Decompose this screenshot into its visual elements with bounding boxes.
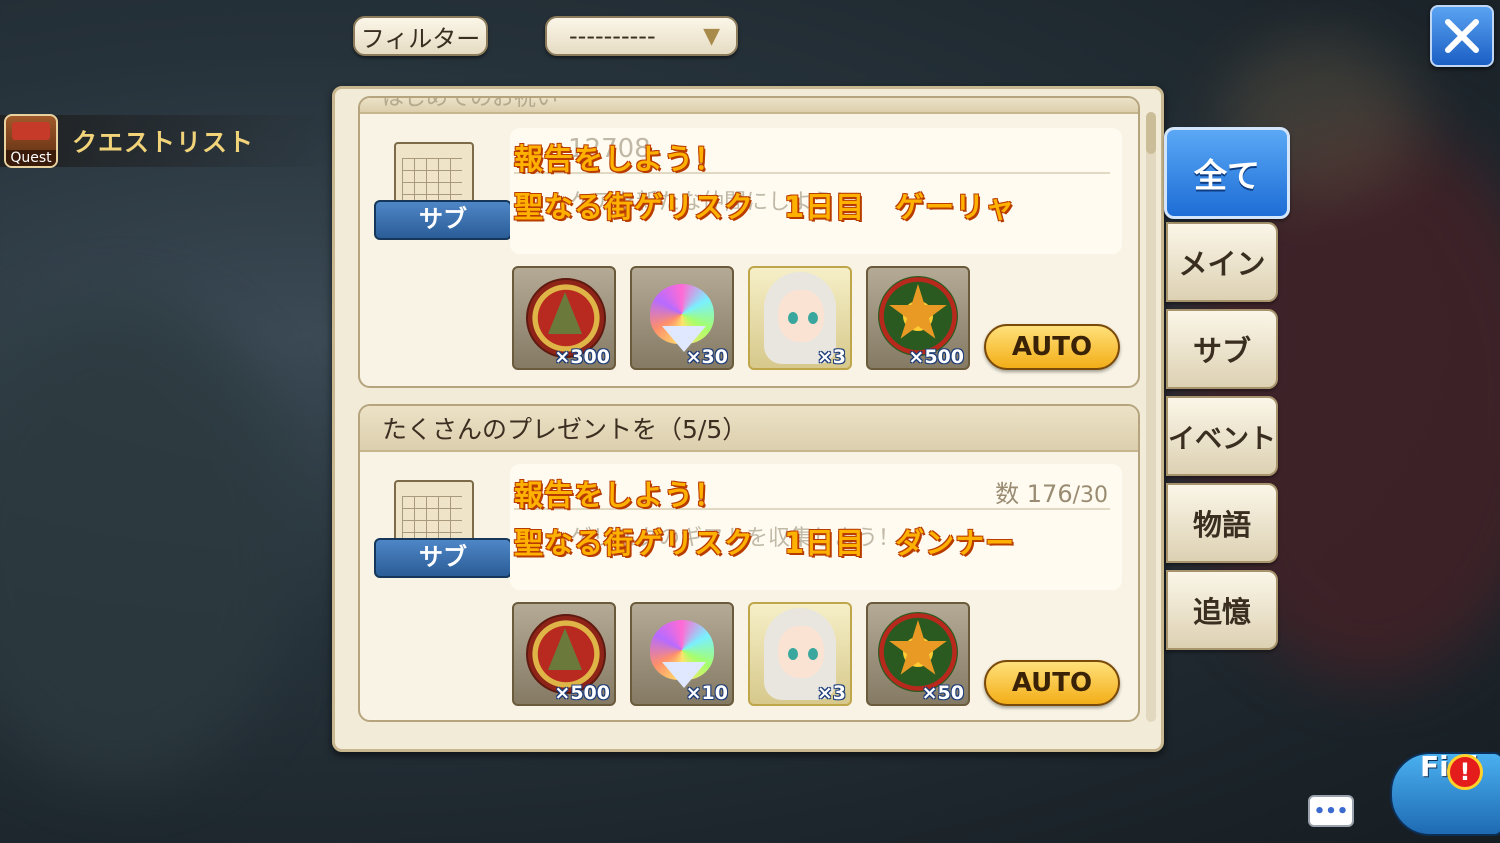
reward-quantity: ×500: [908, 346, 964, 368]
quest-card: はじめてのお祝い サブ 12708 ケアを新たな仲間にしよう！ 報告をしよう！ …: [358, 96, 1140, 388]
chevron-down-icon: ▼: [703, 23, 720, 49]
filter-dropdown-value: ----------: [569, 22, 656, 50]
count-value: 176: [1026, 480, 1073, 508]
report-location: 聖なる街ゲリスク 1日目 ゲーリャ: [514, 190, 1016, 224]
quest-list-header: Quest クエストリスト: [0, 114, 330, 168]
count-cap: /30: [1072, 483, 1108, 508]
field-button[interactable]: Fi d: [1380, 738, 1500, 843]
reward-item[interactable]: ×3: [748, 602, 852, 706]
reward-item[interactable]: ×3: [748, 266, 852, 370]
tab-story[interactable]: 物語: [1166, 483, 1278, 563]
reward-quantity: ×10: [685, 682, 728, 704]
sub-quest-calendar-icon: サブ: [374, 480, 512, 590]
reward-item[interactable]: ×500: [512, 602, 616, 706]
quest-title: たくさんのプレゼントを（5/5）: [360, 406, 1138, 452]
reward-quantity: ×50: [921, 682, 964, 704]
page-title: クエストリスト: [72, 128, 255, 157]
reward-item[interactable]: ×50: [866, 602, 970, 706]
count-prefix: 数: [995, 480, 1020, 508]
quest-title: はじめてのお祝い: [360, 98, 1138, 114]
reward-quantity: ×3: [816, 682, 846, 704]
close-icon: [1445, 19, 1479, 53]
quest-icon-label: Quest: [6, 150, 56, 166]
quest-category-label: サブ: [374, 538, 512, 578]
reward-item[interactable]: ×10: [630, 602, 734, 706]
filter-button[interactable]: フィルター: [353, 16, 488, 56]
chat-icon: •••: [1313, 800, 1349, 822]
scrollbar-thumb[interactable]: [1146, 112, 1156, 154]
tab-event[interactable]: イベント: [1166, 396, 1278, 476]
filter-dropdown[interactable]: ---------- ▼: [545, 16, 738, 56]
chat-button[interactable]: •••: [1308, 795, 1354, 827]
report-notice: 報告をしよう！: [514, 478, 725, 512]
quest-progress-count: 数 176/30: [995, 474, 1108, 509]
reward-quantity: ×500: [554, 682, 610, 704]
tab-memories[interactable]: 追憶: [1166, 570, 1278, 650]
report-location: 聖なる街ゲリスク 1日目 ダンナー: [514, 526, 1016, 560]
quest-shop-icon: Quest: [4, 114, 58, 168]
tab-sub[interactable]: サブ: [1166, 309, 1278, 389]
reward-quantity: ×30: [685, 346, 728, 368]
quest-card: たくさんのプレゼントを（5/5） サブ 数 176/30 ゲリスクのギフトを収集…: [358, 404, 1140, 722]
alert-badge-icon: !: [1447, 754, 1483, 790]
reward-item[interactable]: ×300: [512, 266, 616, 370]
tab-main[interactable]: メイン: [1166, 222, 1278, 302]
scrollbar-track[interactable]: [1146, 112, 1156, 722]
reward-quantity: ×300: [554, 346, 610, 368]
reward-quantity: ×3: [816, 346, 846, 368]
quest-description: 12708 ケアを新たな仲間にしよう！ 報告をしよう！ 聖なる街ゲリスク 1日目…: [510, 128, 1122, 254]
sub-quest-calendar-icon: サブ: [374, 142, 512, 252]
report-notice: 報告をしよう！: [514, 142, 725, 176]
close-button[interactable]: [1430, 5, 1494, 67]
quest-category-label: サブ: [374, 200, 512, 240]
reward-item[interactable]: ×500: [866, 266, 970, 370]
quest-description: 数 176/30 ゲリスクのギフトを収集しよう！ 報告をしよう！ 聖なる街ゲリス…: [510, 464, 1122, 590]
auto-button[interactable]: AUTO: [984, 660, 1120, 706]
tab-all[interactable]: 全て: [1164, 127, 1290, 219]
auto-button[interactable]: AUTO: [984, 324, 1120, 370]
reward-item[interactable]: ×30: [630, 266, 734, 370]
background-shape: [0, 300, 300, 780]
